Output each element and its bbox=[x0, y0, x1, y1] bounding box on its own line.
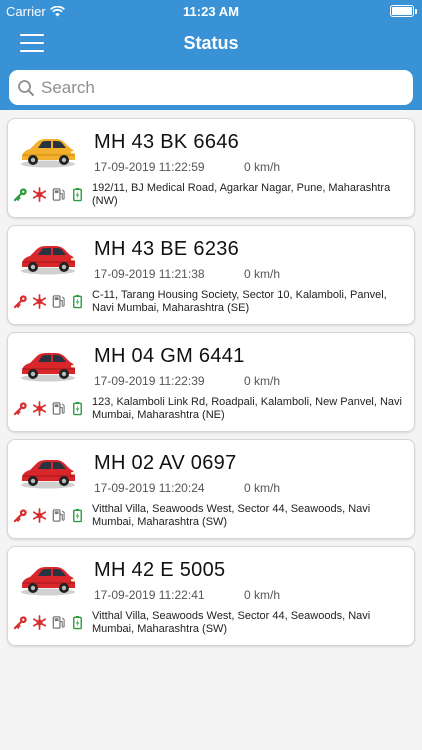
vehicle-speed: 0 km/h bbox=[244, 481, 281, 495]
car-icon bbox=[18, 452, 78, 492]
fuel-pump-icon bbox=[50, 507, 67, 524]
clock: 11:23 AM bbox=[183, 4, 239, 19]
battery-icon bbox=[69, 507, 86, 524]
vehicle-timestamp: 17-09-2019 11:22:59 bbox=[94, 160, 205, 174]
snowflake-icon bbox=[31, 400, 48, 417]
search-icon bbox=[18, 79, 34, 96]
vehicle-timestamp: 17-09-2019 11:20:24 bbox=[94, 481, 205, 495]
fuel-pump-icon bbox=[50, 614, 67, 631]
search-bar-container bbox=[0, 64, 422, 110]
search-box[interactable] bbox=[9, 70, 413, 105]
vehicle-status-icons bbox=[12, 400, 86, 417]
vehicle-plate: MH 43 BK 6646 bbox=[94, 131, 240, 153]
vehicle-speed: 0 km/h bbox=[244, 374, 281, 388]
car-icon bbox=[18, 238, 78, 278]
vehicle-card[interactable]: MH 04 GM 6441 17-09-2019 11:22:39 0 km/h… bbox=[7, 332, 415, 432]
vehicle-speed: 0 km/h bbox=[244, 267, 281, 281]
vehicle-timestamp: 17-09-2019 11:22:41 bbox=[94, 588, 205, 602]
vehicle-card[interactable]: MH 02 AV 0697 17-09-2019 11:20:24 0 km/h… bbox=[7, 439, 415, 539]
vehicle-plate: MH 43 BE 6236 bbox=[94, 238, 240, 260]
vehicle-speed: 0 km/h bbox=[244, 588, 281, 602]
key-icon bbox=[12, 293, 29, 310]
fuel-pump-icon bbox=[50, 186, 67, 203]
key-icon bbox=[12, 400, 29, 417]
vehicle-status-icons bbox=[12, 293, 86, 310]
vehicle-status-icons bbox=[12, 614, 86, 631]
vehicle-plate: MH 02 AV 0697 bbox=[94, 452, 237, 474]
battery-icon bbox=[69, 293, 86, 310]
vehicle-timestamp: 17-09-2019 11:22:39 bbox=[94, 374, 205, 388]
vehicle-status-icons bbox=[12, 507, 86, 524]
fuel-pump-icon bbox=[50, 293, 67, 310]
vehicle-address: Vitthal Villa, Seawoods West, Sector 44,… bbox=[92, 503, 371, 528]
battery-icon bbox=[69, 186, 86, 203]
key-icon bbox=[12, 614, 29, 631]
key-icon bbox=[12, 507, 29, 524]
nav-bar: Status bbox=[0, 22, 422, 64]
vehicle-address: 192/11, BJ Medical Road, Agarkar Nagar, … bbox=[92, 182, 391, 207]
vehicle-plate: MH 42 E 5005 bbox=[94, 559, 226, 581]
vehicle-address: Vitthal Villa, Seawoods West, Sector 44,… bbox=[92, 610, 371, 635]
status-bar: Carrier 11:23 AM bbox=[0, 0, 422, 22]
battery-status-icon bbox=[390, 5, 417, 17]
vehicle-card[interactable]: MH 42 E 5005 17-09-2019 11:22:41 0 km/h … bbox=[7, 546, 415, 646]
vehicle-card[interactable]: MH 43 BE 6236 17-09-2019 11:21:38 0 km/h… bbox=[7, 225, 415, 325]
hamburger-menu-icon[interactable] bbox=[20, 34, 44, 52]
car-icon bbox=[18, 131, 78, 171]
vehicle-status-icons bbox=[12, 186, 86, 203]
key-icon bbox=[12, 186, 29, 203]
snowflake-icon bbox=[31, 507, 48, 524]
car-icon bbox=[18, 559, 78, 599]
vehicle-address: 123, Kalamboli Link Rd, Roadpali, Kalamb… bbox=[92, 396, 402, 421]
page-title: Status bbox=[183, 33, 239, 53]
snowflake-icon bbox=[31, 614, 48, 631]
vehicle-speed: 0 km/h bbox=[244, 160, 281, 174]
snowflake-icon bbox=[31, 293, 48, 310]
vehicle-plate: MH 04 GM 6441 bbox=[94, 345, 245, 367]
vehicle-address: C-11, Tarang Housing Society, Sector 10,… bbox=[92, 289, 387, 314]
vehicle-timestamp: 17-09-2019 11:21:38 bbox=[94, 267, 205, 281]
snowflake-icon bbox=[31, 186, 48, 203]
fuel-pump-icon bbox=[50, 400, 67, 417]
vehicle-card[interactable]: MH 43 BK 6646 17-09-2019 11:22:59 0 km/h… bbox=[7, 118, 415, 218]
battery-icon bbox=[69, 614, 86, 631]
search-input[interactable] bbox=[41, 77, 381, 98]
car-icon bbox=[18, 345, 78, 385]
battery-icon bbox=[69, 400, 86, 417]
